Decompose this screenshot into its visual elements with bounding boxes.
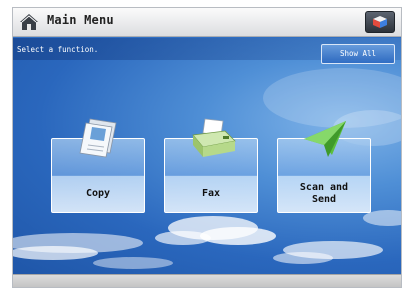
copy-label: Copy	[85, 188, 111, 199]
copy-button[interactable]: Copy	[51, 118, 145, 213]
device-screen: Main Menu Select a function. Show All Co…	[12, 7, 402, 288]
paper-plane-icon	[302, 117, 350, 165]
scan-and-send-label: Scan and Send	[299, 182, 349, 205]
fax-button[interactable]: Fax	[164, 118, 258, 213]
cube-icon	[373, 16, 387, 28]
fax-machine-icon	[189, 117, 237, 165]
page-title: Main Menu	[47, 13, 114, 27]
fax-label: Fax	[201, 188, 221, 199]
sky-background: Select a function. Show All Copy Fax Sca…	[13, 38, 401, 276]
copy-documents-icon	[76, 117, 124, 165]
home-icon[interactable]	[18, 11, 40, 33]
bottom-bar	[13, 274, 401, 287]
title-bar: Main Menu	[13, 8, 401, 37]
instruction-text: Select a function.	[17, 45, 99, 54]
scan-and-send-button[interactable]: Scan and Send	[277, 121, 371, 213]
settings-button[interactable]	[365, 11, 395, 33]
show-all-button[interactable]: Show All	[321, 44, 395, 64]
